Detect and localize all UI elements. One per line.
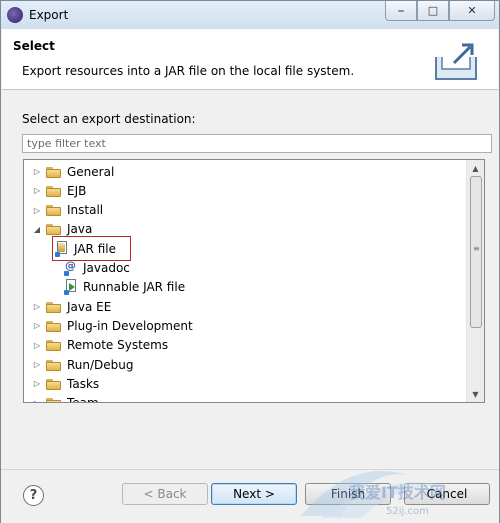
scroll-thumb[interactable]: ≡ — [470, 176, 482, 328]
chevron-up-icon: ▲ — [472, 163, 479, 173]
tree-item[interactable]: ▷ Install — [32, 201, 103, 220]
tree-item-label: Java — [67, 222, 93, 237]
minimize-icon: ⎯ — [398, 3, 404, 17]
tree-item[interactable]: ▷ Java EE — [32, 297, 111, 316]
tree-item-label: Run/Debug — [67, 357, 134, 372]
collapsed-arrow-icon[interactable]: ▷ — [32, 399, 42, 402]
collapsed-arrow-icon[interactable]: ▷ — [32, 341, 42, 350]
tree-item-label: Install — [67, 203, 104, 218]
grip-icon: ≡ — [473, 244, 480, 253]
tree-item[interactable]: ▷ Remote Systems — [32, 336, 168, 355]
button-bar: ? < Back Next > Finish Cancel — [1, 469, 499, 523]
folder-icon — [46, 320, 62, 332]
page-title: Select — [13, 39, 55, 53]
finish-button[interactable]: Finish — [305, 483, 391, 505]
scroll-down-button[interactable]: ▼ — [467, 386, 484, 402]
tree-item[interactable]: Runnable JAR file — [64, 278, 185, 297]
collapsed-arrow-icon[interactable]: ▷ — [32, 186, 42, 195]
expanded-arrow-icon[interactable]: ◢ — [32, 225, 42, 234]
folder-icon — [46, 397, 62, 402]
collapsed-arrow-icon[interactable]: ▷ — [32, 379, 42, 388]
scroll-up-button[interactable]: ▲ — [467, 160, 484, 176]
folder-icon — [46, 204, 62, 217]
folder-icon — [46, 185, 62, 197]
collapsed-arrow-icon[interactable]: ▷ — [32, 360, 42, 369]
tree-item-label: Java EE — [67, 299, 112, 314]
tree-scrollbar[interactable]: ▲ ≡ ▼ — [466, 160, 484, 402]
tree-item-label: Remote Systems — [67, 338, 169, 353]
page-description: Export resources into a JAR file on the … — [22, 64, 355, 78]
close-button[interactable]: ✕ — [449, 1, 495, 21]
wizard-content: Select an export destination: ▷ General ▷ E… — [2, 90, 498, 470]
window-title: Export — [29, 8, 69, 22]
runnable-jar-icon — [64, 279, 78, 296]
folder-icon — [46, 359, 62, 371]
close-icon: ✕ — [467, 4, 477, 17]
folder-icon — [46, 301, 62, 313]
tree-item-label: JAR file — [74, 241, 116, 256]
folder-icon — [46, 223, 62, 236]
wizard-banner: Select Export resources into a JAR file … — [2, 29, 498, 90]
destination-label: Select an export destination: — [22, 112, 196, 126]
export-dialog: Export ⎯ □ ✕ Select Export resources int… — [0, 0, 500, 523]
tree-item-label: Team — [67, 396, 99, 402]
tree-item[interactable]: ▷ General — [32, 162, 114, 181]
title-bar: Export ⎯ □ ✕ — [1, 1, 499, 29]
tree-item-label: Runnable JAR file — [83, 280, 186, 295]
collapsed-arrow-icon[interactable]: ▷ — [32, 167, 42, 176]
folder-icon — [46, 378, 62, 390]
tree-item[interactable]: ▷ Run/Debug — [32, 355, 134, 374]
tree-item-label: Plug-in Development — [67, 318, 193, 333]
javadoc-icon: @ — [64, 259, 78, 276]
help-icon: ? — [29, 488, 38, 503]
tree-item[interactable]: ▷ Tasks — [32, 374, 99, 393]
tree-item-label: EJB — [67, 183, 87, 198]
tree-item[interactable]: ▷ Plug-in Development — [32, 316, 193, 335]
tree-item[interactable]: ▷ EJB — [32, 181, 86, 200]
maximize-icon: □ — [427, 4, 439, 17]
eclipse-icon — [7, 7, 23, 23]
collapsed-arrow-icon[interactable]: ▷ — [32, 321, 42, 330]
folder-icon — [46, 166, 62, 178]
help-button[interactable]: ? — [23, 485, 44, 506]
destination-tree[interactable]: ▷ General ▷ EJB ▷ Install ◢ Java JAR file @ Javado… — [23, 159, 485, 403]
collapsed-arrow-icon[interactable]: ▷ — [32, 206, 42, 215]
jar-file-icon — [55, 240, 69, 257]
tree-item-selected[interactable]: JAR file — [52, 236, 131, 262]
window-controls: ⎯ □ ✕ — [385, 1, 495, 21]
tree-item-label: Javadoc — [83, 261, 130, 275]
tree-item[interactable]: ▷ Team — [32, 394, 99, 402]
minimize-button[interactable]: ⎯ — [385, 1, 417, 21]
filter-input[interactable] — [22, 134, 492, 153]
cancel-button[interactable]: Cancel — [404, 483, 490, 505]
back-button[interactable]: < Back — [122, 483, 208, 505]
tree-item-label: General — [67, 164, 115, 179]
next-button[interactable]: Next > — [211, 483, 297, 505]
maximize-button[interactable]: □ — [417, 1, 449, 21]
export-box-icon — [435, 43, 477, 80]
tree-item-label: Tasks — [67, 376, 100, 391]
chevron-down-icon: ▼ — [472, 389, 479, 399]
tree-item[interactable]: @ Javadoc — [64, 259, 130, 278]
collapsed-arrow-icon[interactable]: ▷ — [32, 302, 42, 311]
folder-icon — [46, 339, 62, 352]
